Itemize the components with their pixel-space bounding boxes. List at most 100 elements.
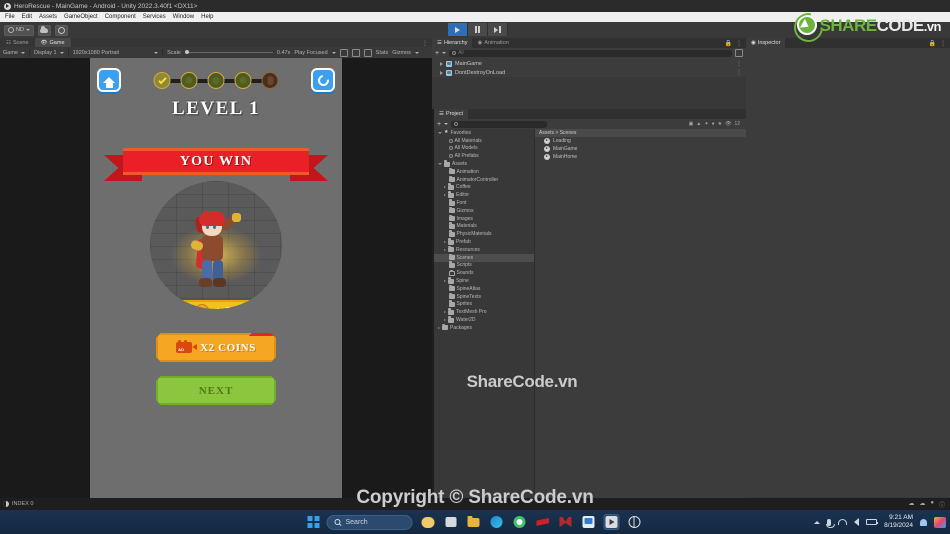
windows-start-icon[interactable] <box>307 516 320 528</box>
project-tree-item-coffee[interactable]: Coffee <box>434 183 534 192</box>
project-tree-item-textmesh-pro[interactable]: TextMesh Pro <box>434 308 534 316</box>
tab-scene[interactable]: ☷ Scene <box>0 38 35 47</box>
menu-gameobject[interactable]: GameObject <box>64 12 98 22</box>
prefab-filter-icon[interactable]: ▲ <box>696 121 701 127</box>
project-tree-item-all-prefabs[interactable]: All Prefabs <box>434 152 534 160</box>
progress-node-1[interactable] <box>153 72 171 89</box>
microsoft-edge-icon[interactable] <box>489 514 505 530</box>
play-focused-dropdown[interactable]: Play Focused <box>294 50 327 56</box>
menu-edit[interactable]: Edit <box>22 12 32 22</box>
progress-node-2[interactable] <box>180 72 198 89</box>
status-message[interactable]: INDEX 0 <box>12 501 33 507</box>
asset-item-loading[interactable]: Loading <box>535 137 746 145</box>
chevron-right-icon[interactable] <box>438 326 440 329</box>
task-view-icon[interactable] <box>443 514 459 530</box>
tab-game[interactable]: 👁 Game <box>34 38 71 47</box>
replay-button[interactable] <box>311 68 335 92</box>
weather-widget-icon[interactable] <box>420 514 436 530</box>
info-filter-icon[interactable]: ● <box>712 121 715 127</box>
chevron-right-icon[interactable] <box>444 280 446 283</box>
audio-icon[interactable] <box>351 48 360 57</box>
chevron-right-icon[interactable] <box>440 61 443 66</box>
menu-window[interactable]: Window <box>173 12 194 22</box>
asset-item-maingame[interactable]: MainGame <box>535 145 746 153</box>
project-tree-item-all-models[interactable]: All Models <box>434 145 534 153</box>
project-tree-item-spinetexts[interactable]: SpineTexts <box>434 292 534 301</box>
tab-animation[interactable]: ◉ Animation <box>472 38 513 48</box>
menu-assets[interactable]: Assets <box>39 12 57 22</box>
project-tree-item-water2d[interactable]: Water2D <box>434 316 534 324</box>
game-target-dropdown[interactable]: Game <box>3 50 25 56</box>
project-tree-item-spine[interactable]: Spine <box>434 277 534 285</box>
cloud-button[interactable] <box>37 24 51 36</box>
row-menu-icon[interactable]: ⋮ <box>736 69 746 76</box>
project-tree-item-editor[interactable]: Editor <box>434 191 534 199</box>
project-tree-item-scenes[interactable]: Scenes <box>434 253 534 262</box>
resolution-dropdown[interactable]: 1920x1080 Portrait <box>73 50 159 56</box>
progress-node-3[interactable] <box>207 72 225 89</box>
step-button[interactable] <box>488 23 508 36</box>
volume-icon[interactable] <box>854 518 860 526</box>
hierarchy-row[interactable]: MainGame ⋮ <box>432 59 746 68</box>
asset-list[interactable]: Loading MainGame MainHome <box>535 137 746 161</box>
help-status-icon[interactable]: ⓘ <box>939 500 945 509</box>
browser-globe-icon[interactable] <box>627 514 643 530</box>
unity-hub-icon[interactable] <box>603 514 620 530</box>
microphone-icon[interactable] <box>825 518 835 528</box>
play-button[interactable] <box>448 23 468 36</box>
chevron-right-icon[interactable] <box>444 248 446 251</box>
settings-button[interactable] <box>54 24 68 36</box>
collab-icon[interactable]: ☁ <box>908 500 914 509</box>
gizmos-button[interactable]: Gizmos <box>392 50 411 56</box>
row-menu-icon[interactable]: ⋮ <box>736 60 746 67</box>
save-filter-icon[interactable]: ▣ <box>689 121 694 127</box>
project-folder-tree[interactable]: ★ Favorites All Materials All Models All Pre… <box>434 129 534 498</box>
menu-component[interactable]: Component <box>105 12 136 22</box>
home-button[interactable] <box>97 68 121 92</box>
panel-menu-icon[interactable]: ⋮ <box>940 40 946 47</box>
file-explorer-icon[interactable] <box>466 514 482 530</box>
chevron-down-icon[interactable] <box>438 131 442 134</box>
account-dropdown[interactable]: ND <box>4 24 34 36</box>
store-app-icon[interactable] <box>581 514 597 530</box>
account-status-icon[interactable]: ● <box>930 500 934 509</box>
project-add-button[interactable]: + <box>437 121 441 128</box>
chevron-right-icon[interactable] <box>444 186 446 189</box>
project-tree-item-gizmos[interactable]: Gizmos <box>434 206 534 215</box>
project-tree-item-favorites[interactable]: ★ Favorites <box>434 129 534 137</box>
show-hidden-icons[interactable] <box>814 520 821 524</box>
hierarchy-row[interactable]: DontDestroyOnLoad ⋮ <box>432 68 746 77</box>
game-view[interactable]: LEVEL 1 YOU WIN AD X2 COINS FREE NEXT <box>0 58 432 498</box>
mute-audio-icon[interactable] <box>339 48 348 57</box>
chevron-right-icon[interactable] <box>444 194 446 197</box>
scale-slider[interactable] <box>184 49 273 54</box>
favorite-filter-icon[interactable]: ★ <box>718 121 722 127</box>
project-tree-item-all-materials[interactable]: All Materials <box>434 137 534 145</box>
project-tree-item-prefab[interactable]: Prefab <box>434 238 534 246</box>
project-tree-item-assets[interactable]: Assets <box>434 160 534 168</box>
spine-app-icon[interactable] <box>558 514 574 530</box>
pause-button[interactable] <box>468 23 488 36</box>
red-app-icon[interactable] <box>535 514 551 530</box>
add-gameobject-button[interactable]: + <box>435 50 439 57</box>
project-tree-item-animatorcontroller[interactable]: AnimatorController <box>434 175 534 184</box>
project-tree-item-scripts[interactable]: Scripts <box>434 261 534 270</box>
cloud-status-icon[interactable]: ☁ <box>919 500 925 509</box>
game-tab-menu-icon[interactable]: ⋮ <box>422 40 432 47</box>
tab-project[interactable]: ☰ Project <box>434 109 469 119</box>
project-tree-item-materials[interactable]: Materials <box>434 222 534 231</box>
next-button[interactable]: NEXT <box>156 376 276 405</box>
project-tree-item-animation[interactable]: Animation <box>434 167 534 176</box>
taskbar-clock[interactable]: 9:21 AM 8/19/2024 <box>884 514 913 530</box>
hierarchy-search-input[interactable]: All <box>449 49 732 57</box>
asset-item-mainhome[interactable]: MainHome <box>535 153 746 161</box>
project-tree-item-sounds[interactable]: Sounds <box>434 269 534 277</box>
project-tree-item-sprites[interactable]: Sprites <box>434 300 534 309</box>
menu-help[interactable]: Help <box>201 12 213 22</box>
lock-icon[interactable]: 🔒 <box>929 40 936 47</box>
display-dropdown[interactable]: Display 1 <box>34 50 64 56</box>
taskbar-search-input[interactable]: Search <box>326 514 413 530</box>
chevron-right-icon[interactable] <box>440 70 443 75</box>
tab-hierarchy[interactable]: ☰ Hierarchy <box>432 38 473 48</box>
scale-slider-knob[interactable] <box>184 49 189 54</box>
